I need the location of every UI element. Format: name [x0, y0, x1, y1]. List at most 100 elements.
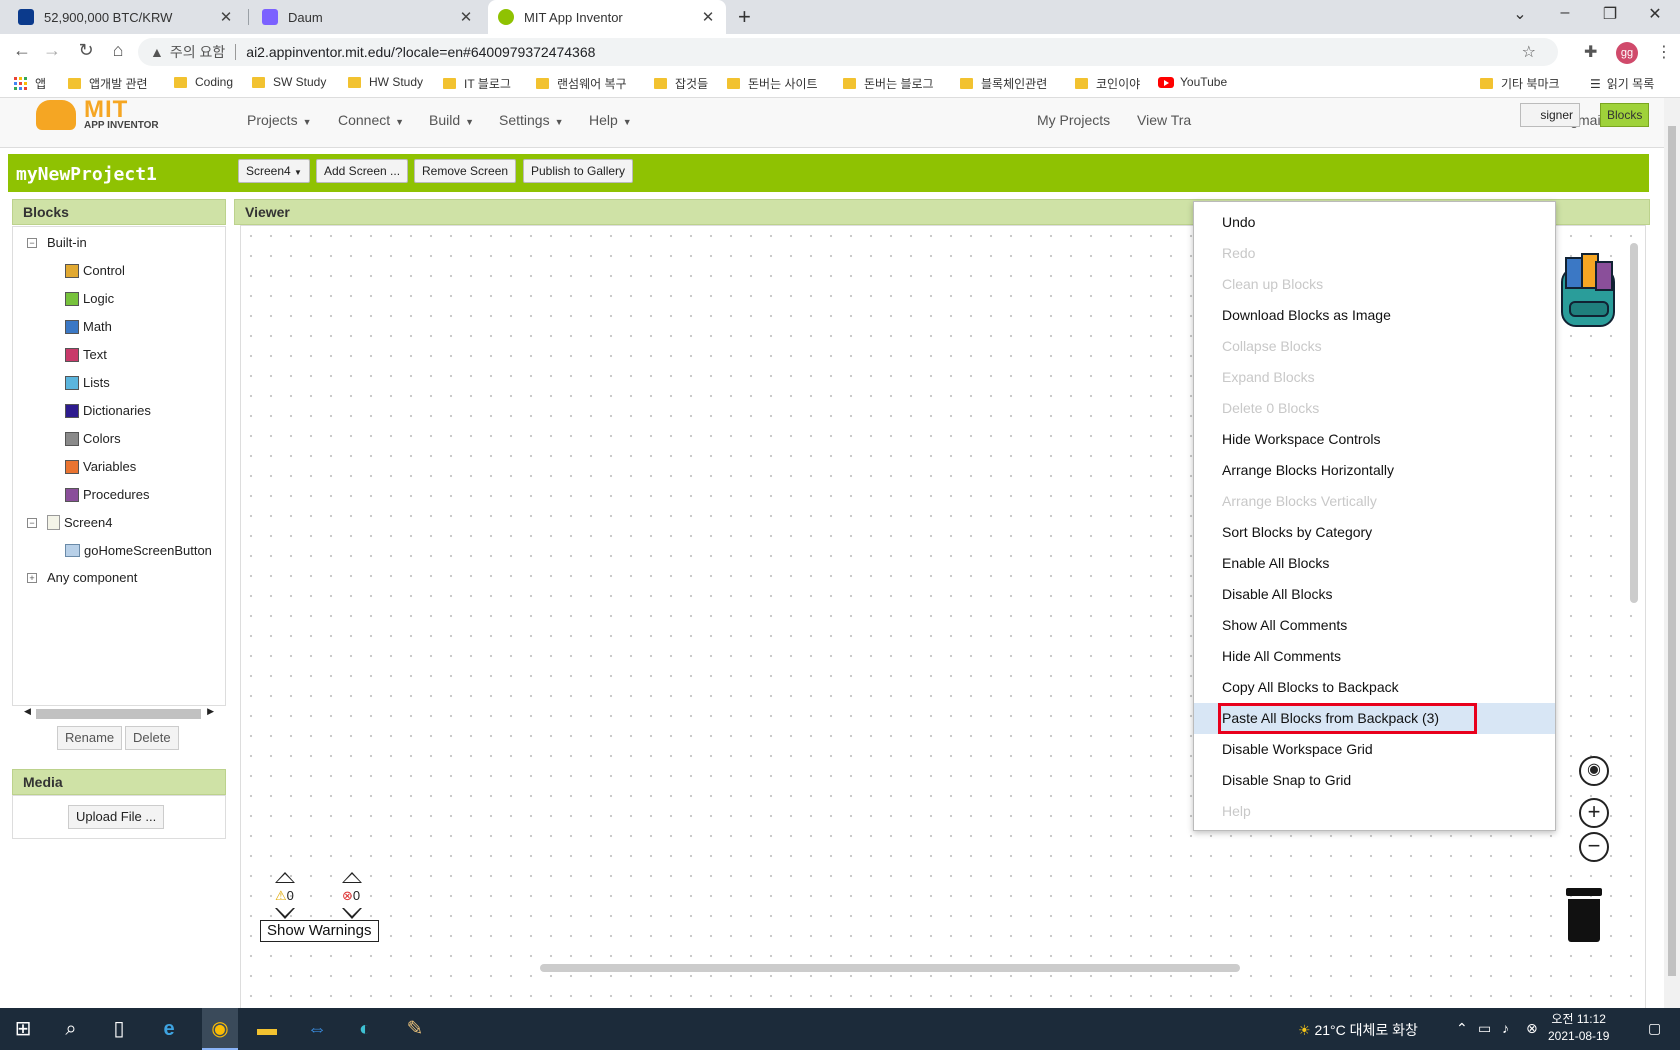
menu-connect[interactable]: Connect ▼ [338, 112, 404, 128]
builtin-category-procedures[interactable]: Procedures [65, 487, 149, 502]
close-tab-icon[interactable]: ✕ [700, 8, 716, 26]
context-menu-item-enable-all-blocks[interactable]: Enable All Blocks [1194, 548, 1555, 579]
paint-icon[interactable]: ✎ [400, 1014, 430, 1044]
notification-off-icon[interactable]: ⊗ [1526, 1020, 1538, 1037]
close-tab-icon[interactable]: ✕ [218, 8, 234, 26]
context-menu-item-hide-all-comments[interactable]: Hide All Comments [1194, 641, 1555, 672]
remove-screen-button[interactable]: Remove Screen [414, 159, 517, 183]
more-menu-icon[interactable]: ⋮ [1656, 42, 1672, 62]
show-warnings-button[interactable]: Show Warnings [260, 920, 379, 942]
bookmark-star-icon[interactable]: ☆ [1522, 42, 1536, 62]
delete-button[interactable]: Delete [125, 726, 179, 750]
rename-button[interactable]: Rename [57, 726, 123, 750]
collapse-icon[interactable]: − [27, 237, 37, 248]
page-scrollbar[interactable] [1664, 98, 1680, 1008]
view-trash-link[interactable]: View Tra [1137, 112, 1191, 128]
builtin-category-text[interactable]: Text [65, 347, 107, 362]
bookmark-folder[interactable]: Coding [174, 75, 233, 89]
new-tab-button[interactable]: + [738, 4, 751, 30]
bookmark-folder[interactable]: 랜섬웨어 복구 [536, 75, 627, 92]
builtin-category-colors[interactable]: Colors [65, 431, 121, 446]
reading-list[interactable]: ☰ 읽기 목록 [1590, 75, 1654, 92]
zoom-out-icon[interactable]: − [1579, 832, 1609, 862]
error-prev-arrow-icon[interactable] [342, 872, 362, 883]
back-arrow-icon[interactable]: ← [10, 40, 34, 61]
context-menu-item-disable-workspace-grid[interactable]: Disable Workspace Grid [1194, 734, 1555, 765]
bookmark-folder[interactable]: 돈버는 사이트 [727, 75, 818, 92]
chrome-icon[interactable]: ◉ [205, 1014, 235, 1044]
bookmark-folder[interactable]: 블록체인관련 [960, 75, 1047, 92]
network-icon[interactable]: ▭ [1478, 1020, 1491, 1037]
bookmark-folder[interactable]: IT 블로그 [443, 75, 511, 92]
scroll-right-icon[interactable]: ▶ [207, 706, 214, 717]
builtin-category-variables[interactable]: Variables [65, 459, 136, 474]
my-projects-link[interactable]: My Projects [1037, 112, 1110, 128]
close-tab-icon[interactable]: ✕ [458, 8, 474, 26]
recenter-icon[interactable]: ◉ [1579, 756, 1609, 786]
task-view-icon[interactable]: ▯ [104, 1014, 134, 1044]
edge-icon[interactable]: ◐ [350, 1014, 380, 1044]
tree-any-component[interactable]: + Any component [27, 570, 137, 585]
menu-settings[interactable]: Settings ▼ [499, 112, 564, 128]
publish-to-gallery-button[interactable]: Publish to Gallery [523, 159, 634, 183]
volume-icon[interactable]: ♪ [1502, 1020, 1509, 1036]
home-icon[interactable]: ⌂ [106, 40, 130, 61]
context-menu-item-undo[interactable]: Undo [1194, 207, 1555, 238]
tree-screen[interactable]: − Screen4 [27, 515, 112, 530]
bookmark-youtube[interactable]: YouTube [1158, 75, 1227, 89]
tray-overflow-icon[interactable]: ⌃ [1456, 1020, 1468, 1037]
reload-icon[interactable]: ↻ [74, 40, 98, 61]
address-bar[interactable]: ▲ 주의 요함 ai2.appinventor.mit.edu/?locale=… [138, 38, 1558, 66]
warning-next-arrow-icon[interactable] [275, 908, 295, 919]
upload-file-button[interactable]: Upload File ... [68, 805, 165, 829]
internet-explorer-icon[interactable]: e [154, 1014, 184, 1044]
bookmark-folder[interactable]: 돈버는 블로그 [843, 75, 934, 92]
close-window-icon[interactable]: ✕ [1640, 4, 1670, 24]
builtin-category-logic[interactable]: Logic [65, 291, 114, 306]
bookmark-apps[interactable]: 앱 [14, 75, 46, 92]
bookmark-other[interactable]: 기타 북마크 [1480, 75, 1560, 92]
page-scroll-thumb[interactable] [1668, 126, 1676, 976]
context-menu-item-disable-all-blocks[interactable]: Disable All Blocks [1194, 579, 1555, 610]
trash-can-icon[interactable] [1566, 888, 1602, 942]
designer-button[interactable]: signer [1520, 103, 1580, 127]
forward-arrow-icon[interactable]: → [40, 40, 64, 61]
blocks-button[interactable]: Blocks [1600, 103, 1650, 127]
backpack-icon[interactable] [1552, 250, 1622, 330]
profile-avatar[interactable]: gg [1616, 42, 1638, 64]
file-explorer-icon[interactable]: ▬ [252, 1014, 282, 1044]
builtin-category-control[interactable]: Control [65, 263, 125, 278]
clock[interactable]: 오전 11:12 2021-08-19 [1548, 1011, 1609, 1045]
zoom-in-icon[interactable]: + [1579, 798, 1609, 828]
context-menu-item-sort-blocks-by-category[interactable]: Sort Blocks by Category [1194, 517, 1555, 548]
teamviewer-icon[interactable]: ⇔ [302, 1014, 332, 1044]
menu-build[interactable]: Build ▼ [429, 112, 474, 128]
mit-app-inventor-logo[interactable]: MIT APP INVENTOR [36, 98, 166, 134]
builtin-category-dictionaries[interactable]: Dictionaries [65, 403, 151, 418]
search-icon[interactable]: ⌕ [56, 1014, 86, 1044]
context-menu-item-copy-all-blocks-to-backpack[interactable]: Copy All Blocks to Backpack [1194, 672, 1555, 703]
error-next-arrow-icon[interactable] [342, 908, 362, 919]
context-menu-item-hide-workspace-controls[interactable]: Hide Workspace Controls [1194, 424, 1555, 455]
workspace-horizontal-scrollbar[interactable] [540, 964, 1240, 972]
warning-prev-arrow-icon[interactable] [275, 872, 295, 883]
browser-tab-daum[interactable]: Daum ✕ [252, 0, 484, 34]
scroll-thumb[interactable] [36, 709, 201, 719]
blocks-tree-scrollbar[interactable]: ◀ ▶ [24, 706, 214, 720]
bookmark-folder[interactable]: HW Study [348, 75, 423, 89]
builtin-category-lists[interactable]: Lists [65, 375, 110, 390]
browser-tab-appinventor[interactable]: MIT App Inventor ✕ [488, 0, 726, 34]
workspace-vertical-scrollbar[interactable] [1630, 243, 1638, 603]
bookmark-folder[interactable]: 코인이야 [1075, 75, 1140, 92]
menu-help[interactable]: Help ▼ [589, 112, 632, 128]
windows-start-icon[interactable]: ⊞ [8, 1014, 38, 1044]
context-menu-item-arrange-blocks-horizontally[interactable]: Arrange Blocks Horizontally [1194, 455, 1555, 486]
notifications-icon[interactable]: ▢ [1648, 1020, 1661, 1037]
menu-projects[interactable]: Projects ▼ [247, 112, 312, 128]
bookmark-folder[interactable]: 잡것들 [654, 75, 708, 92]
bookmark-folder[interactable]: SW Study [252, 75, 326, 89]
expand-icon[interactable]: + [27, 572, 37, 583]
add-screen-button[interactable]: Add Screen ... [316, 159, 409, 183]
tab-search-icon[interactable]: ⌄ [1505, 4, 1535, 24]
context-menu-item-disable-snap-to-grid[interactable]: Disable Snap to Grid [1194, 765, 1555, 796]
